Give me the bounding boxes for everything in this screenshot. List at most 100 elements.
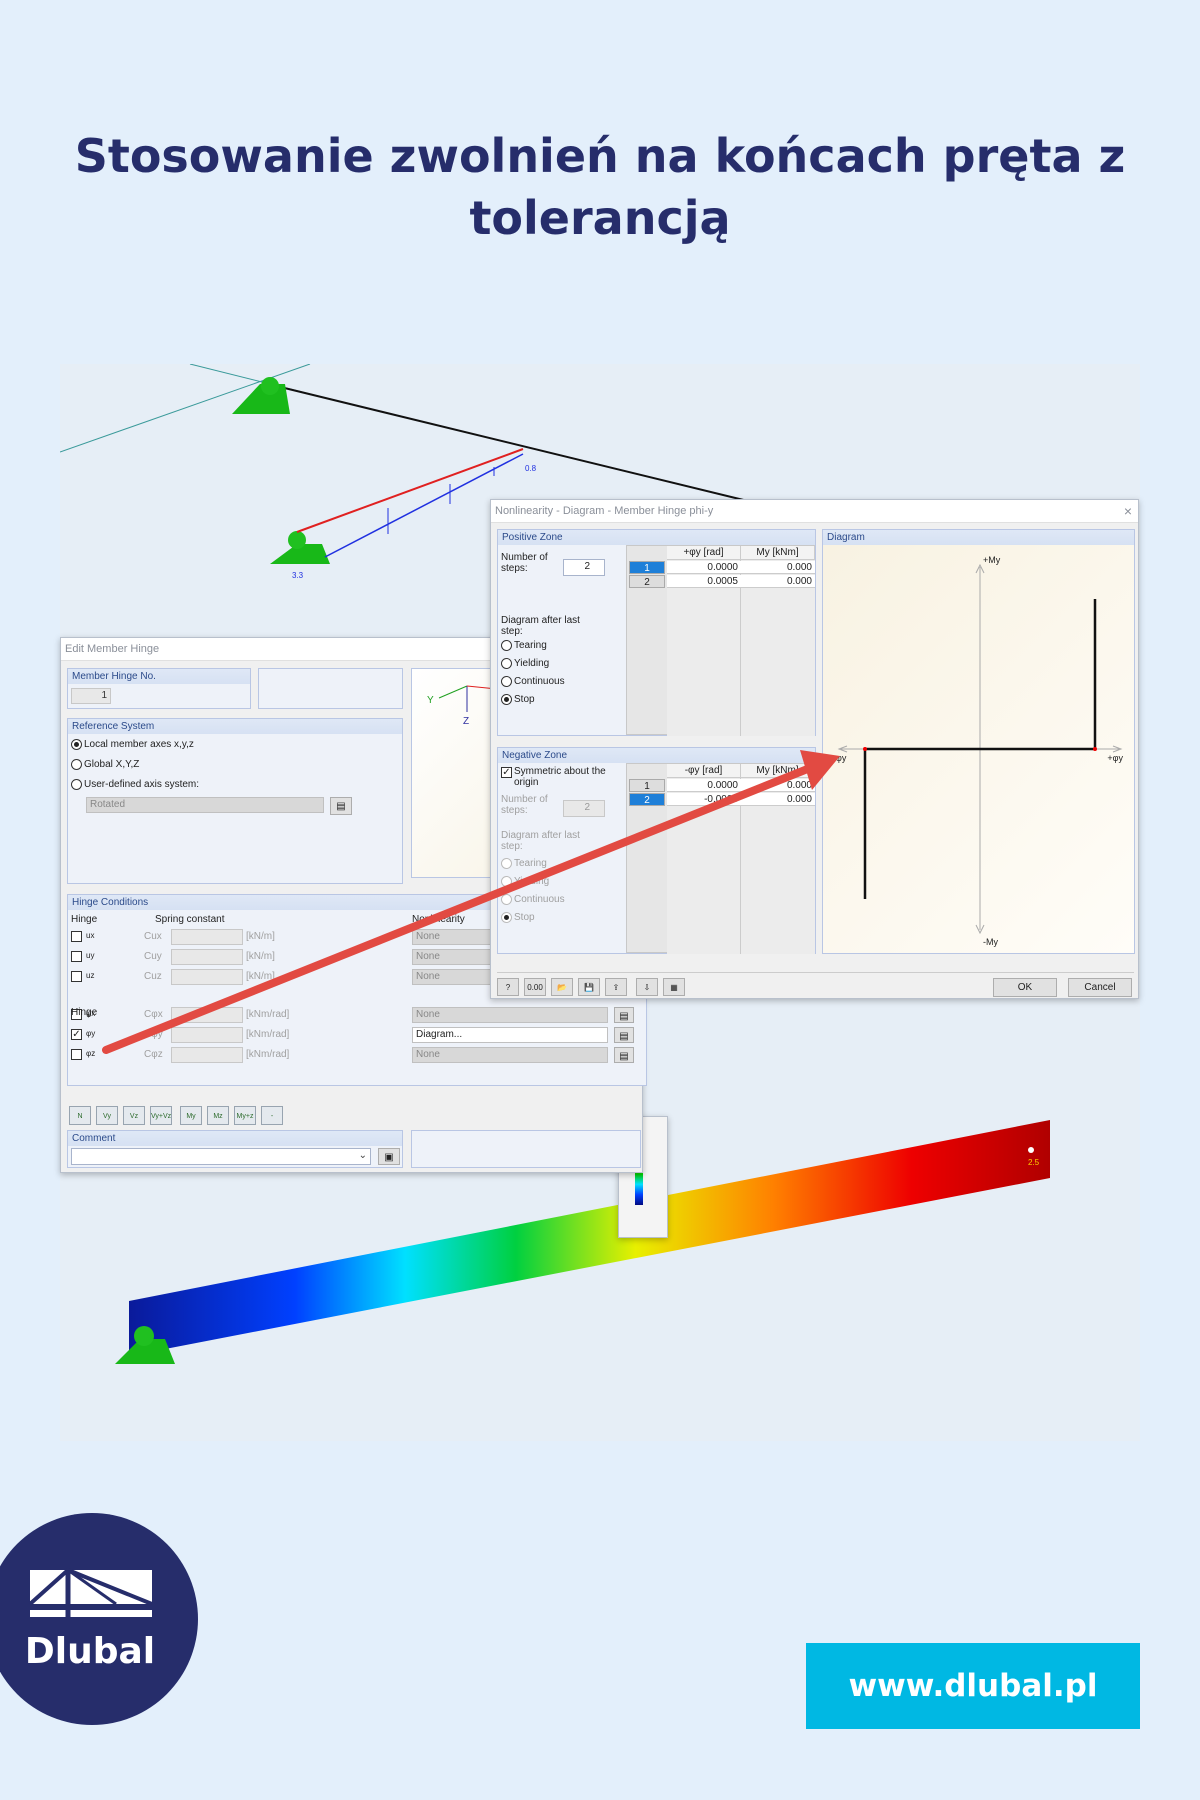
edit-nonlinearity-button[interactable]: ▤ [614,1007,634,1023]
toolbar-button[interactable]: ? [497,978,519,996]
symmetric-checkbox[interactable]: ✓ [501,767,512,778]
release-preset-button[interactable]: Vy [96,1106,118,1125]
radio-user-defined[interactable] [71,779,82,790]
phi-cell[interactable]: -0.0005 [667,793,741,806]
radio-continuous[interactable] [501,894,512,905]
ok-button[interactable]: OK [993,978,1057,997]
spring-constant-label: Cuz [144,971,162,982]
radio-stop[interactable] [501,694,512,705]
nonlinearity-select[interactable]: None [412,1007,608,1023]
nonlinearity-select[interactable]: None [412,1047,608,1063]
comment-input[interactable]: ⌄ [71,1148,371,1165]
toolbar-button[interactable]: 📂 [551,978,573,996]
hinge-no-field[interactable]: 1 [71,688,111,704]
toolbar-button[interactable]: ⇪ [605,978,627,996]
phi-cell[interactable]: 0.0000 [667,779,741,792]
panel-header: Positive Zone [498,530,815,545]
spring-constant-input[interactable] [171,949,243,965]
toolbar-button[interactable]: ⇩ [636,978,658,996]
radio-continuous[interactable] [501,676,512,687]
radio-label: Tearing [514,640,547,651]
svg-text:Z: Z [463,716,469,727]
close-icon[interactable]: × [1124,500,1132,523]
radio-stop[interactable] [501,912,512,923]
toolbar-button[interactable]: ▦ [663,978,685,996]
hinge-node [134,1326,154,1346]
column-label: Hinge [71,914,98,925]
values-table[interactable]: -φy [rad] My [kNm] 1 0.0000 0.000 2 -0.0005 0.0… [626,763,815,954]
nonlinearity-select[interactable]: Diagram... [412,1027,608,1043]
load-value-label: 0.8 [525,464,537,473]
checkbox-label: Symmetric about the origin [514,766,606,788]
hinge-dof-label: φy [86,1029,96,1038]
diagram-point [863,747,867,751]
radio-label: Stop [514,912,535,923]
moment-cell[interactable]: 0.000 [741,561,815,574]
dlubal-logo-mark: Dlubal [25,1567,155,1672]
radio-local-axes[interactable] [71,739,82,750]
toolbar-button[interactable]: 0.00 [524,978,546,996]
steps-label: Number of steps: [501,794,548,816]
edit-axis-button[interactable]: ▤ [330,797,352,815]
after-step-label: Diagram after last step: [501,615,580,637]
unit-label: [kNm/rad] [246,1029,290,1040]
hinge-dof-label: uz [86,971,95,980]
cancel-button[interactable]: Cancel [1068,978,1132,997]
steps-stepper[interactable]: 2 [563,800,605,817]
hinge-checkbox[interactable] [71,1049,82,1060]
hinge-checkbox[interactable]: ✓ [71,1029,82,1040]
diagram-point [1093,747,1097,751]
values-table[interactable]: +φy [rad] My [kNm] 1 0.0000 0.000 2 0.0005 0.00… [626,545,815,736]
toolbar-button[interactable]: 💾 [578,978,600,996]
negative-zone-panel: Negative Zone ✓ Symmetric about the orig… [497,747,816,954]
label-minus-my: -My [983,937,998,947]
spring-constant-label: Cuy [144,951,162,962]
spring-constant-input[interactable] [171,1047,243,1063]
release-preset-button[interactable]: Vz [123,1106,145,1125]
release-preset-button[interactable]: My+z [234,1106,256,1125]
axis-system-select[interactable]: Rotated [86,797,324,813]
spring-constant-input[interactable] [171,969,243,985]
after-step-label: Diagram after last step: [501,830,580,852]
moment-cell[interactable]: 0.000 [741,793,815,806]
radio-label: Tearing [514,858,547,869]
phi-cell[interactable]: 0.0000 [667,561,741,574]
unit-label: [kNm/rad] [246,1009,290,1020]
release-preset-button[interactable]: Vy+Vz [150,1106,172,1125]
website-link[interactable]: www.dlubal.pl [806,1643,1140,1729]
phi-cell[interactable]: 0.0005 [667,575,741,588]
release-preset-button[interactable]: - [261,1106,283,1125]
spring-constant-input[interactable] [171,1027,243,1043]
radio-yielding[interactable] [501,876,512,887]
spring-constant-input[interactable] [171,1007,243,1023]
hinge-dof-label: uy [86,951,95,960]
comment-library-button[interactable]: ▣ [378,1148,400,1165]
radio-tearing[interactable] [501,858,512,869]
release-preset-button[interactable]: Mz [207,1106,229,1125]
radio-label: Stop [514,694,535,705]
radio-tearing[interactable] [501,640,512,651]
row-header[interactable]: 2 [629,793,665,806]
edit-nonlinearity-button[interactable]: ▤ [614,1047,634,1063]
hinge-node [261,377,279,395]
spring-constant-input[interactable] [171,929,243,945]
moment-cell[interactable]: 0.000 [741,575,815,588]
label-plus-my: +My [983,555,1001,565]
release-preset-button[interactable]: My [180,1106,202,1125]
hinge-checkbox[interactable] [71,951,82,962]
hinge-checkbox[interactable] [71,971,82,982]
radio-global-axes[interactable] [71,759,82,770]
edit-nonlinearity-button[interactable]: ▤ [614,1027,634,1043]
spring-constant-label: Cφy [144,1029,163,1040]
row-header[interactable]: 1 [629,561,665,574]
radio-yielding[interactable] [501,658,512,669]
hinge-checkbox[interactable] [71,931,82,942]
moment-cell[interactable]: 0.000 [741,779,815,792]
steps-stepper[interactable]: 2 [563,559,605,576]
release-preset-button[interactable]: N [69,1106,91,1125]
page-title: Stosowanie zwolnień na końcach pręta z t… [74,129,1126,245]
diagram-panel: Diagram +My -My -φy +φy [822,529,1135,954]
row-header[interactable]: 1 [629,779,665,792]
radio-label: Local member axes x,y,z [84,739,194,750]
row-header[interactable]: 2 [629,575,665,588]
